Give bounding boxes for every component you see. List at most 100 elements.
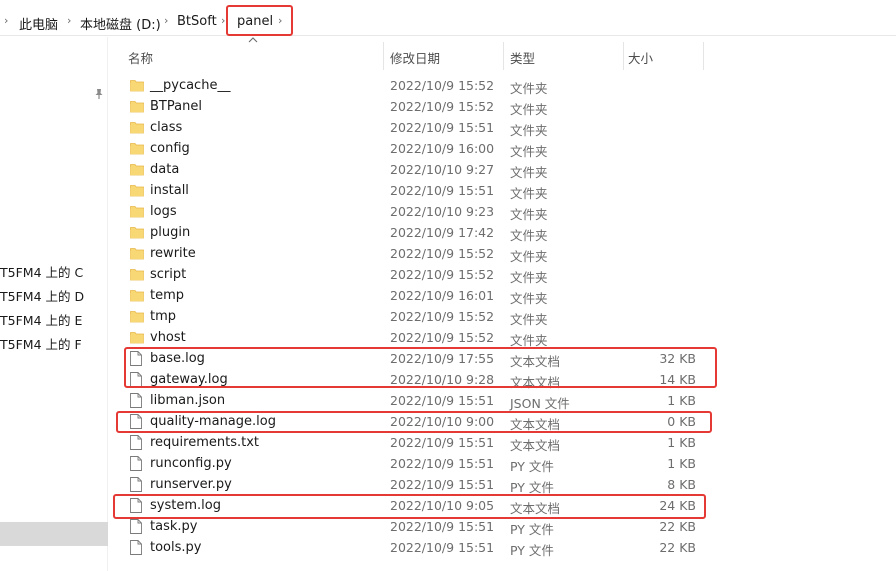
file-name: logs bbox=[150, 204, 177, 219]
file-date: 2022/10/9 15:51 bbox=[390, 477, 495, 492]
chevron-right-icon[interactable]: › bbox=[221, 14, 225, 27]
nav-item-drive-d[interactable]: T5FM4 上的 D bbox=[0, 286, 84, 305]
column-divider[interactable] bbox=[703, 42, 704, 70]
folder-row[interactable]: __pycache__ 2022/10/9 15:52 文件夹 bbox=[112, 75, 896, 96]
file-date: 2022/10/9 15:51 bbox=[390, 519, 495, 534]
file-name: rewrite bbox=[150, 246, 196, 261]
file-name: class bbox=[150, 120, 183, 135]
file-name: tools.py bbox=[150, 540, 202, 555]
folder-icon bbox=[130, 267, 144, 283]
chevron-right-icon[interactable]: › bbox=[67, 14, 71, 27]
file-date: 2022/10/9 15:52 bbox=[390, 267, 495, 282]
file-row[interactable]: libman.json 2022/10/9 15:51 JSON 文件 1 KB bbox=[112, 390, 896, 411]
file-date: 2022/10/9 15:51 bbox=[390, 393, 495, 408]
breadcrumb-btsoft[interactable]: BtSoft bbox=[177, 14, 217, 29]
file-name: BTPanel bbox=[150, 99, 202, 114]
file-type: 文件夹 bbox=[510, 144, 548, 159]
folder-icon bbox=[130, 309, 144, 325]
folder-row[interactable]: BTPanel 2022/10/9 15:52 文件夹 bbox=[112, 96, 896, 117]
file-type: 文件夹 bbox=[510, 186, 548, 201]
document-icon bbox=[130, 456, 144, 472]
folder-icon bbox=[130, 141, 144, 157]
file-date: 2022/10/9 15:51 bbox=[390, 435, 495, 450]
file-type: 文件夹 bbox=[510, 165, 548, 180]
folder-row[interactable]: logs 2022/10/10 9:23 文件夹 bbox=[112, 201, 896, 222]
file-name: script bbox=[150, 267, 187, 282]
folder-icon bbox=[130, 162, 144, 178]
file-type: PY 文件 bbox=[510, 543, 554, 558]
folder-row[interactable]: config 2022/10/9 16:00 文件夹 bbox=[112, 138, 896, 159]
column-divider[interactable] bbox=[623, 42, 624, 70]
chevron-right-icon[interactable]: › bbox=[4, 14, 8, 27]
folder-row[interactable]: vhost 2022/10/9 15:52 文件夹 bbox=[112, 327, 896, 348]
folder-row[interactable]: install 2022/10/9 15:51 文件夹 bbox=[112, 180, 896, 201]
file-row[interactable]: tools.py 2022/10/9 15:51 PY 文件 22 KB bbox=[112, 537, 896, 558]
column-header-name[interactable]: 名称 bbox=[128, 48, 153, 67]
folder-row[interactable]: temp 2022/10/9 16:01 文件夹 bbox=[112, 285, 896, 306]
nav-item-drive-e[interactable]: T5FM4 上的 E bbox=[0, 310, 82, 329]
column-header-row: 名称 修改日期 类型 大小 bbox=[112, 38, 896, 70]
column-header-size[interactable]: 大小 bbox=[628, 48, 653, 67]
file-name: libman.json bbox=[150, 393, 226, 408]
breadcrumb-this-pc[interactable]: 此电脑 bbox=[19, 14, 58, 33]
file-row[interactable]: runserver.py 2022/10/9 15:51 PY 文件 8 KB bbox=[112, 474, 896, 495]
document-icon bbox=[130, 540, 144, 556]
folder-icon bbox=[130, 225, 144, 241]
file-name: runserver.py bbox=[150, 477, 232, 492]
chevron-right-icon[interactable]: › bbox=[164, 14, 168, 27]
file-type: 文件夹 bbox=[510, 312, 548, 327]
file-date: 2022/10/9 15:52 bbox=[390, 246, 495, 261]
folder-row[interactable]: data 2022/10/10 9:27 文件夹 bbox=[112, 159, 896, 180]
nav-item-drive-c[interactable]: T5FM4 上的 C bbox=[0, 262, 83, 281]
file-date: 2022/10/9 16:00 bbox=[390, 141, 495, 156]
folder-row[interactable]: tmp 2022/10/9 15:52 文件夹 bbox=[112, 306, 896, 327]
file-date: 2022/10/9 15:51 bbox=[390, 456, 495, 471]
file-name: config bbox=[150, 141, 190, 156]
file-name: install bbox=[150, 183, 189, 198]
file-date: 2022/10/9 15:51 bbox=[390, 540, 495, 555]
file-type: 文件夹 bbox=[510, 123, 548, 138]
column-header-type[interactable]: 类型 bbox=[510, 48, 535, 67]
folder-icon bbox=[130, 246, 144, 262]
file-date: 2022/10/9 15:52 bbox=[390, 99, 495, 114]
folder-icon bbox=[130, 288, 144, 304]
file-type: 文件夹 bbox=[510, 102, 548, 117]
document-icon bbox=[130, 435, 144, 451]
file-date: 2022/10/9 17:42 bbox=[390, 225, 495, 240]
folder-row[interactable]: rewrite 2022/10/9 15:52 文件夹 bbox=[112, 243, 896, 264]
column-divider[interactable] bbox=[503, 42, 504, 70]
file-date: 2022/10/9 16:01 bbox=[390, 288, 495, 303]
file-size: 8 KB bbox=[667, 477, 696, 492]
folder-icon bbox=[130, 183, 144, 199]
nav-item-drive-f[interactable]: T5FM4 上的 F bbox=[0, 334, 82, 353]
file-date: 2022/10/10 9:23 bbox=[390, 204, 495, 219]
file-row[interactable]: runconfig.py 2022/10/9 15:51 PY 文件 1 KB bbox=[112, 453, 896, 474]
document-icon bbox=[130, 393, 144, 409]
folder-row[interactable]: plugin 2022/10/9 17:42 文件夹 bbox=[112, 222, 896, 243]
file-size: 1 KB bbox=[667, 435, 696, 450]
file-name: runconfig.py bbox=[150, 456, 232, 471]
column-header-date[interactable]: 修改日期 bbox=[390, 48, 440, 67]
address-bar[interactable]: › 此电脑 › 本地磁盘 (D:) › BtSoft › panel › bbox=[0, 6, 896, 36]
file-name: temp bbox=[150, 288, 185, 303]
document-icon bbox=[130, 519, 144, 535]
file-type: 文件夹 bbox=[510, 270, 548, 285]
file-row[interactable]: task.py 2022/10/9 15:51 PY 文件 22 KB bbox=[112, 516, 896, 537]
file-date: 2022/10/9 15:51 bbox=[390, 120, 495, 135]
folder-icon bbox=[130, 204, 144, 220]
pin-icon[interactable] bbox=[93, 88, 105, 100]
file-date: 2022/10/9 15:52 bbox=[390, 78, 495, 93]
file-name: plugin bbox=[150, 225, 191, 240]
breadcrumb-drive-d[interactable]: 本地磁盘 (D:) bbox=[80, 14, 161, 33]
nav-item-selected[interactable] bbox=[0, 522, 108, 546]
file-type: PY 文件 bbox=[510, 522, 554, 537]
column-divider[interactable] bbox=[383, 42, 384, 70]
file-type: JSON 文件 bbox=[510, 396, 570, 411]
highlight-box-log-files bbox=[124, 347, 717, 388]
file-size: 22 KB bbox=[659, 519, 696, 534]
folder-icon bbox=[130, 78, 144, 94]
folder-row[interactable]: class 2022/10/9 15:51 文件夹 bbox=[112, 117, 896, 138]
folder-row[interactable]: script 2022/10/9 15:52 文件夹 bbox=[112, 264, 896, 285]
file-row[interactable]: requirements.txt 2022/10/9 15:51 文本文档 1 KB bbox=[112, 432, 896, 453]
highlight-box-quality-log bbox=[116, 411, 712, 433]
